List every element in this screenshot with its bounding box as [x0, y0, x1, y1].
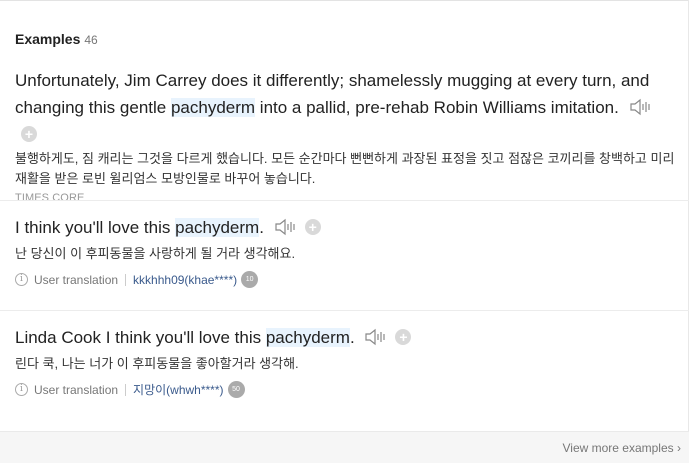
translator-link[interactable]: 지망이(whwh****) — [133, 381, 223, 398]
examples-title: Examples — [15, 31, 81, 47]
translator-link[interactable]: kkkhhh09(khae****) — [133, 273, 237, 287]
sentence-text: Linda Cook I think you'll love this — [15, 328, 266, 347]
meta-divider — [125, 383, 127, 396]
example-item: Linda Cook I think you'll love this pach… — [15, 324, 675, 398]
keyword-highlight: pachyderm — [175, 218, 260, 237]
top-divider — [0, 0, 689, 1]
sentence-text: I think you'll love this — [15, 218, 176, 237]
example-sentence: I think you'll love this pachyderm. + — [15, 214, 675, 241]
add-to-wordbook-button[interactable]: + — [21, 126, 37, 142]
example-source: TIMES CORE — [15, 192, 85, 204]
add-to-wordbook-button[interactable]: + — [304, 219, 321, 235]
keyword-highlight: pachyderm — [170, 98, 256, 117]
divider — [0, 310, 689, 311]
keyword-highlight: pachyderm — [265, 328, 350, 347]
sentence-text: . — [259, 218, 264, 237]
view-more-label[interactable]: View more examples — [562, 441, 673, 455]
sentence-text: into a pallid, pre-rehab Robin Williams … — [255, 98, 619, 117]
speaker-icon[interactable] — [365, 328, 389, 346]
level-badge: 10 — [241, 271, 259, 288]
example-item: I think you'll love this pachyderm. + 난 … — [15, 214, 675, 288]
divider — [0, 200, 689, 201]
sentence-text: . — [349, 328, 355, 347]
example-translation: 린다 쿡, 나는 너가 이 후피동물을 좋아할거라 생각해. — [15, 356, 299, 371]
examples-count: 46 — [84, 33, 98, 47]
meta-label: User translation — [34, 382, 119, 397]
example-translation: 불행하게도, 짐 캐리는 그것을 다르게 했습니다. 모든 순간마다 뻔뻔하게 … — [15, 151, 675, 186]
chevron-right-icon: › — [677, 441, 681, 455]
example-translation: 난 당신이 이 후피동물을 사랑하게 될 거라 생각해요. — [15, 246, 296, 261]
speaker-icon[interactable] — [629, 98, 654, 116]
meta-divider — [125, 273, 127, 286]
examples-header: Examples 46 — [15, 31, 98, 47]
example-item: Unfortunately, Jim Carrey does it differ… — [15, 67, 675, 204]
translation-meta: i User translation kkkhhh09(khae****) 10 — [15, 271, 675, 288]
meta-label: User translation — [34, 272, 119, 287]
example-sentence: Unfortunately, Jim Carrey does it differ… — [15, 67, 675, 148]
example-sentence: Linda Cook I think you'll love this pach… — [15, 324, 675, 351]
info-icon[interactable]: i — [15, 383, 28, 396]
add-to-wordbook-button[interactable]: + — [395, 329, 412, 345]
examples-footer: View more examples › — [0, 431, 689, 463]
level-badge: 50 — [227, 381, 245, 398]
translation-meta: i User translation 지망이(whwh****) 50 — [15, 381, 675, 398]
info-icon[interactable]: i — [15, 273, 28, 286]
view-more-examples-link[interactable]: View more examples › — [562, 441, 681, 455]
speaker-icon[interactable] — [275, 218, 299, 236]
